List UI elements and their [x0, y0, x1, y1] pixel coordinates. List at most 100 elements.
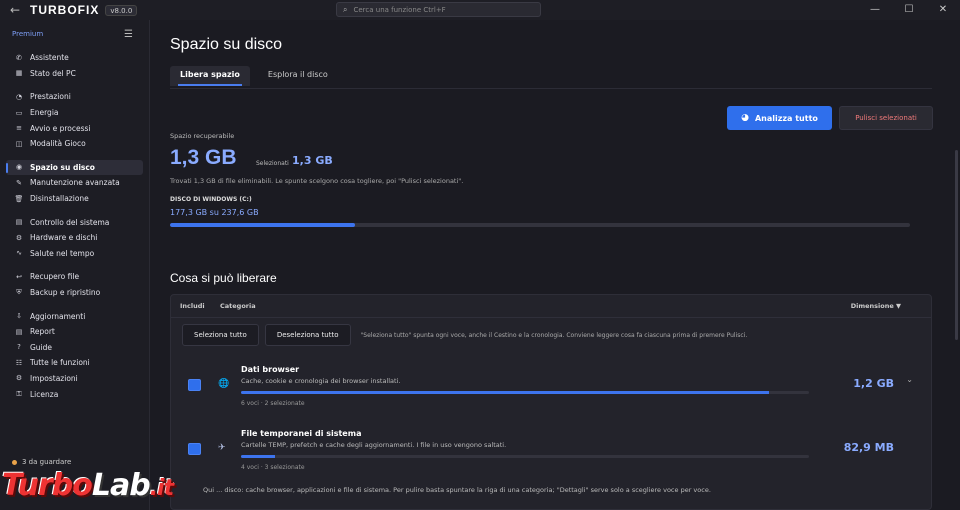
scrollbar[interactable] — [955, 150, 958, 340]
sidebar-item-label: Controllo del sistema — [30, 217, 110, 227]
alert-dot-icon — [12, 459, 17, 465]
sidebar-item-prestazioni[interactable]: ◔ Prestazioni — [0, 89, 149, 105]
sidebar-header: Premium ☰ — [0, 20, 149, 42]
sidebar-item-icon: ▦ — [15, 69, 23, 78]
table-header: Includi Categoria Dimensione ▼ — [171, 295, 931, 318]
category-row[interactable]: 🌐 Dati browser Cache, cookie e cronologia … — [182, 359, 922, 413]
include-checkbox[interactable] — [188, 379, 201, 391]
menu-icon[interactable]: ☰ — [124, 29, 133, 40]
sidebar-item-icon: ⛨ — [16, 288, 22, 297]
category-size-bar — [241, 455, 809, 458]
sidebar-item-salute-nel-tempo[interactable]: ∿ Salute nel tempo — [0, 246, 149, 262]
sidebar-group: ⇩ Aggiornamenti ▤ Report? Guide ☷ Tutte le fun… — [0, 308, 149, 402]
sidebar-item-label: Aggiornamenti — [30, 311, 86, 321]
sidebar-item-label: Manutenzione avanzata — [30, 178, 120, 188]
analyze-all-button[interactable]: ◕ Analizza tutto — [727, 106, 832, 130]
premium-label[interactable]: Premium — [12, 30, 43, 38]
minimize-icon[interactable]: — — [858, 0, 892, 20]
selection-actions: Seleziona tutto Deseleziona tutto "Selez… — [182, 324, 747, 346]
column-include: Includi — [180, 302, 205, 310]
disk-usage-bar — [170, 223, 910, 227]
clean-selected-button[interactable]: Pulisci selezionati — [839, 106, 933, 130]
pie-chart-icon: ◕ — [741, 113, 749, 123]
section-title: Cosa si può liberare — [170, 271, 277, 285]
sidebar-item-icon: ◫ — [15, 139, 23, 148]
sidebar-item-backup-e-ripristino[interactable]: ⛨ Backup e ripristino — [0, 285, 149, 301]
sidebar-item-icon: ▤ — [15, 327, 23, 336]
categories-panel: Includi Categoria Dimensione ▼ Seleziona… — [170, 294, 932, 510]
sidebar-item-aggiornamenti[interactable]: ⇩ Aggiornamenti — [0, 308, 149, 324]
sidebar-item-icon: 🗑 — [14, 194, 24, 203]
sidebar-item-icon: ☷ — [15, 358, 23, 367]
disk-usage-fill — [170, 223, 355, 227]
recoverable-value: 1,3 GB — [170, 146, 237, 169]
sidebar-item-icon: ⚙ — [15, 374, 23, 383]
search-icon: ⌕ — [343, 4, 348, 14]
category-title: File temporanei di sistema — [241, 429, 362, 438]
page-title: Spazio su disco — [170, 36, 283, 53]
sidebar-item-controllo-del-sistema[interactable]: ▤ Controllo del sistema — [0, 214, 149, 230]
sidebar-item-energia[interactable]: ▭ Energia — [0, 105, 149, 121]
search-input[interactable]: ⌕ Cerca una funzione Ctrl+F — [336, 2, 541, 17]
sidebar-item-icon: ? — [17, 343, 21, 352]
maximize-icon[interactable]: ☐ — [892, 0, 926, 20]
sidebar-item-recupero-file[interactable]: ↩ Recupero file — [0, 269, 149, 285]
tab-libera-spazio[interactable]: Libera spazio — [170, 66, 250, 86]
sidebar-item-label: Spazio su disco — [30, 162, 95, 172]
deselect-all-button[interactable]: Deseleziona tutto — [264, 324, 351, 346]
back-arrow-icon[interactable]: ← — [0, 3, 30, 17]
sidebar-item-hardware-e-dischi[interactable]: ⚙ Hardware e dischi — [0, 230, 149, 246]
sidebar-group: ◔ Prestazioni ▭ Energia ≡ Avvio e processi ◫ Mo… — [0, 89, 149, 151]
window-controls: — ☐ ✕ — [858, 0, 960, 20]
sidebar-item-manutenzione-avanzata[interactable]: ✎ Manutenzione avanzata — [0, 175, 149, 191]
sidebar-item-disinstallazione[interactable]: 🗑 Disinstallazione — [0, 191, 149, 207]
sidebar-item-icon: ▭ — [15, 108, 23, 117]
sidebar-nav: ✆ Assistente ▦ Stato del PC ◔ Prestazioni ▭ Ene… — [0, 50, 149, 402]
sidebar-item-icon: ✆ — [16, 53, 22, 62]
sidebar-item-label: Assistente — [30, 53, 69, 63]
sidebar-item-spazio-su-disco[interactable]: ◉ Spazio su disco — [6, 159, 143, 176]
category-row[interactable]: ✈ File temporanei di sistema Cartelle TEMP… — [182, 423, 922, 477]
sidebar-group: ✆ Assistente ▦ Stato del PC — [0, 50, 149, 81]
category-description: Cartelle TEMP, prefetch e cache degli ag… — [241, 441, 507, 449]
category-description: Cache, cookie e cronologia dei browser i… — [241, 377, 401, 385]
sidebar-item-stato-del-pc[interactable]: ▦ Stato del PC — [0, 66, 149, 82]
sidebar-item-licenza[interactable]: ⚿ Licenza — [0, 386, 149, 402]
sidebar-item-icon: ↩ — [16, 272, 22, 281]
sidebar-item-label: Stato del PC — [30, 68, 76, 78]
sidebar-footer-label: 3 da guardare — [22, 458, 72, 466]
sidebar-item-modalit-gioco[interactable]: ◫ Modalità Gioco — [0, 136, 149, 152]
category-size-fill — [241, 455, 276, 458]
sidebar-item-tutte-le-funzioni[interactable]: ☷ Tutte le funzioni — [0, 355, 149, 371]
sidebar-item-label: Hardware e dischi — [30, 233, 98, 243]
app-logo: TURBOFIX — [30, 3, 100, 17]
sidebar-item-guide[interactable]: ? Guide — [0, 340, 149, 356]
sidebar-item-label: Licenza — [30, 389, 59, 399]
sidebar-item-impostazioni[interactable]: ⚙ Impostazioni — [0, 371, 149, 387]
chevron-down-icon[interactable]: ⌄ — [906, 375, 913, 384]
sidebar-item-avvio-e-processi[interactable]: ≡ Avvio e processi — [0, 120, 149, 136]
sidebar-group: ◉ Spazio su disco ✎ Manutenzione avanzata 🗑 D… — [0, 159, 149, 207]
tab-esplora-disco[interactable]: Esplora il disco — [258, 66, 338, 86]
sidebar-group: ↩ Recupero file ⛨ Backup e ripristino — [0, 269, 149, 300]
sidebar-footer[interactable]: 3 da guardare — [12, 458, 71, 466]
title-bar: ← TURBOFIX v8.0.0 ⌕ Cerca una funzione C… — [0, 0, 960, 20]
sidebar-item-icon: ∿ — [16, 249, 22, 258]
category-icon: 🌐 — [218, 379, 230, 389]
category-size: 82,9 MB — [843, 441, 894, 454]
sidebar-group: ▤ Controllo del sistema ⚙ Hardware e dischi… — [0, 214, 149, 261]
column-category: Categoria — [220, 302, 256, 310]
selected-label: Selezionati — [256, 160, 289, 167]
sidebar-item-label: Energia — [30, 108, 59, 118]
sidebar-item-report[interactable]: ▤ Report — [0, 324, 149, 340]
sidebar-item-assistente[interactable]: ✆ Assistente — [0, 50, 149, 66]
selected-value: 1,3 GB — [292, 154, 333, 167]
sidebar-item-label: Avvio e processi — [30, 123, 91, 133]
sidebar-item-label: Modalità Gioco — [30, 139, 86, 149]
category-meta: 4 voci · 3 selezionate — [241, 464, 305, 471]
select-all-button[interactable]: Seleziona tutto — [182, 324, 259, 346]
column-size-sort[interactable]: Dimensione ▼ — [851, 302, 901, 310]
close-icon[interactable]: ✕ — [926, 0, 960, 20]
disk-usage-value: 177,3 GB su 237,6 GB — [170, 208, 259, 217]
include-checkbox[interactable] — [188, 443, 201, 455]
